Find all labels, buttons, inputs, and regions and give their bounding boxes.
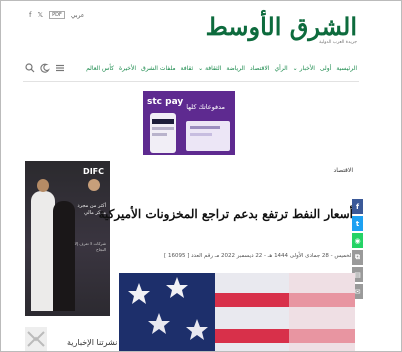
hamburger-icon[interactable] <box>55 63 65 76</box>
ad-phone-graphic <box>150 113 176 153</box>
top-ad-banner[interactable]: stc pay مدفوعاتك كلها <box>143 91 235 155</box>
nav-item[interactable]: الأخيرة <box>119 65 136 72</box>
facebook-share-icon[interactable]: f <box>352 199 363 214</box>
nav-item[interactable]: الأخبار ⌄ <box>293 65 315 72</box>
site-logo[interactable]: الشرق الأوسط جريدة العرب الدولية <box>205 12 358 46</box>
article-headline: أسعار النفط ترتفع بدعم تراجع المخزونات ا… <box>98 207 353 221</box>
logo-wordmark: الشرق الأوسط <box>205 12 358 41</box>
twitter-share-icon[interactable]: t <box>352 216 363 231</box>
ad-figure-man-head <box>37 179 49 192</box>
ad-brand: stc pay <box>147 97 184 107</box>
newsletter-title: نشرتنا الإخبارية <box>67 338 118 347</box>
article-image <box>119 273 355 351</box>
article-meta: الخميس - 28 جمادى الأولى 1444 هـ - 22 دي… <box>164 253 353 259</box>
facebook-icon[interactable]: f <box>29 11 31 19</box>
nav-item[interactable]: الرئيسية <box>336 65 357 72</box>
ad-brand: DIFC <box>83 167 104 176</box>
nav-item[interactable]: ثقافة <box>181 65 194 72</box>
nav-item[interactable]: ملفات الشرق <box>141 65 175 72</box>
moon-icon[interactable] <box>40 63 50 76</box>
nav-item[interactable]: الثقافة ⌄ <box>198 65 221 72</box>
newsletter-icon <box>25 327 47 351</box>
nav-item[interactable]: أولى <box>320 65 331 72</box>
ad-screen-graphic <box>186 121 230 151</box>
top-utility-bar: f 𝕏 PDF عربي <box>29 11 84 19</box>
nav-item[interactable]: الرياضة <box>226 65 245 72</box>
language-switch[interactable]: عربي <box>71 12 85 19</box>
nav-item[interactable]: الرأي <box>274 65 287 72</box>
ad-figure-woman <box>53 201 75 311</box>
nav-item[interactable]: الاقتصاد <box>250 65 269 72</box>
search-icon[interactable] <box>25 63 35 76</box>
ad-figure-man <box>31 191 55 311</box>
nav-tools <box>25 63 65 76</box>
twitter-icon[interactable]: 𝕏 <box>37 11 43 19</box>
nav-item[interactable]: كأس العالم <box>86 65 114 72</box>
ad-figure-woman-head <box>88 179 100 191</box>
nav-divider <box>23 81 359 82</box>
sidebar-ad[interactable]: DIFC أكثر من مجرد مركز مالي شركات لا تعر… <box>25 161 110 316</box>
copy-link-icon[interactable]: ⧉ <box>352 250 363 265</box>
page-frame: f 𝕏 PDF عربي الشرق الأوسط جريدة العرب ال… <box>0 0 402 352</box>
pdf-button[interactable]: PDF <box>49 11 65 19</box>
ad-subtext: شركات لا تعرف إلا النجاح <box>74 241 106 252</box>
main-navigation: الرئيسية أولى الأخبار ⌄ الرأي الاقتصاد ا… <box>86 65 357 72</box>
article-section[interactable]: الاقتصاد <box>334 167 353 174</box>
ad-text: مدفوعاتك كلها <box>186 103 225 111</box>
whatsapp-share-icon[interactable]: ◉ <box>352 233 363 248</box>
